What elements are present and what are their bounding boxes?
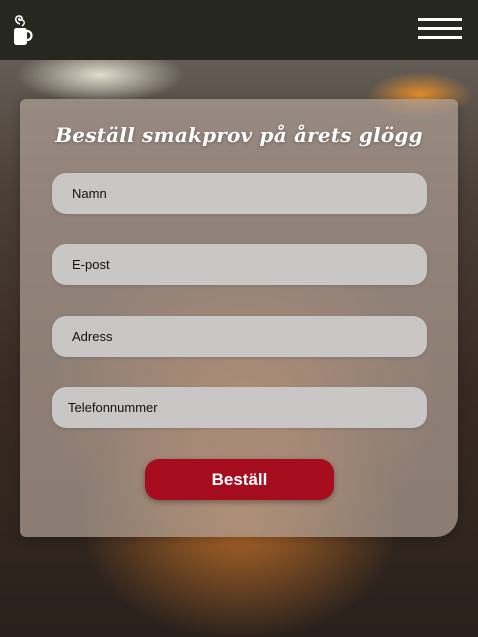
order-sample-form: Beställ smakprov på årets glögg Beställ	[20, 99, 458, 537]
address-input[interactable]	[52, 316, 427, 357]
phone-input[interactable]	[52, 387, 427, 428]
hamburger-menu-icon[interactable]	[418, 16, 462, 42]
top-bar	[0, 0, 478, 60]
name-input[interactable]	[52, 173, 427, 214]
mug-with-steam-icon[interactable]	[10, 10, 36, 50]
menu-line	[418, 18, 462, 21]
menu-line	[418, 27, 462, 30]
menu-line	[418, 36, 462, 39]
email-input[interactable]	[52, 244, 427, 285]
submit-order-button[interactable]: Beställ	[145, 459, 334, 500]
form-title: Beställ smakprov på årets glögg	[55, 123, 423, 147]
